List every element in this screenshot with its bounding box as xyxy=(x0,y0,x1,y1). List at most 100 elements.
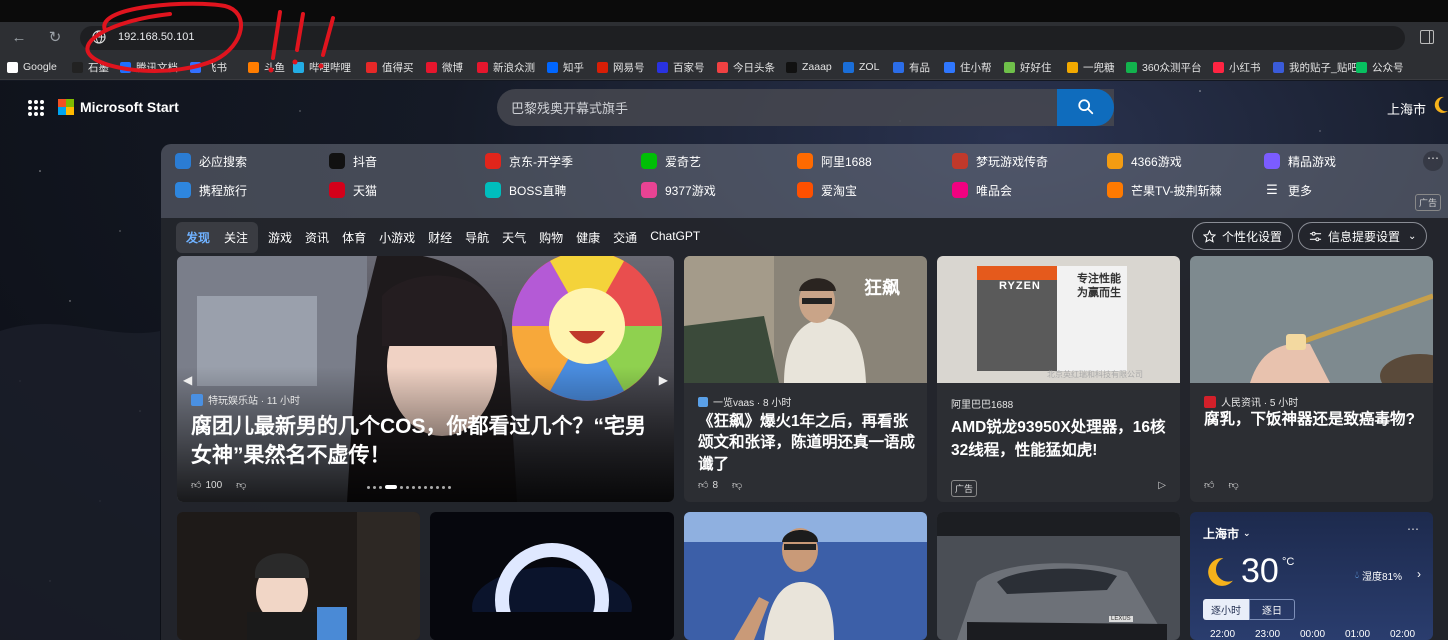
quicklink-row1-4[interactable]: 阿里1688 xyxy=(797,152,872,170)
bookmark-4[interactable]: 斗鱼 xyxy=(248,59,285,75)
more-options-icon[interactable]: ⋯ xyxy=(1423,151,1443,171)
quicklink-row1-3[interactable]: 爱奇艺 xyxy=(641,152,701,170)
quicklink-row2-1[interactable]: 天猫 xyxy=(329,181,377,199)
quicklink-row2-4[interactable]: 爱淘宝 xyxy=(797,181,857,199)
thumbs-down-icon[interactable]: 👎︎ xyxy=(236,479,246,491)
bookmark-14[interactable]: ZOL xyxy=(843,59,879,75)
weather-card[interactable]: 上海市 ⌄ ⋯ 30 °C 💧︎ 湿度81% › 逐小时 逐日 22:00 23:… xyxy=(1190,512,1433,640)
bookmark-21[interactable]: 我的贴子_贴吧 xyxy=(1273,59,1358,75)
quicklink-row2-0[interactable]: 携程旅行 xyxy=(175,181,247,199)
bookmark-18[interactable]: 一兜糖 xyxy=(1067,59,1115,75)
search-box[interactable] xyxy=(497,89,1114,126)
tab-8[interactable]: 健康 xyxy=(576,229,600,246)
news-card-furu[interactable]: 人民资讯 · 5 小时 腐乳，下饭神器还是致癌毒物? 👍︎ 👎︎ xyxy=(1190,256,1433,502)
quicklink-row2-5[interactable]: 唯品会 xyxy=(952,181,1012,199)
quicklink-row1-5[interactable]: 梦玩游戏传奇 xyxy=(952,152,1048,170)
bookmark-10[interactable]: 网易号 xyxy=(597,59,645,75)
tab-9[interactable]: 交通 xyxy=(613,229,637,246)
bookmark-8[interactable]: 新浪众测 xyxy=(477,59,535,75)
tab-5[interactable]: 导航 xyxy=(465,229,489,246)
hero-title[interactable]: 腐团儿最新男的几个COS，你都看过几个？“宅男女神”果然名不虚传！ xyxy=(191,412,661,471)
thumbs-up-icon[interactable]: 👍︎ xyxy=(1204,479,1214,491)
bookmark-3[interactable]: 飞书 xyxy=(190,59,227,75)
tab-4[interactable]: 财经 xyxy=(428,229,452,246)
personalize-button[interactable]: 个性化设置 xyxy=(1192,222,1294,250)
humidity-text: 湿度81% xyxy=(1362,572,1403,583)
feed-tabs: 发现 关注 游戏 资讯 体育 小游戏 财经 导航 天气 购物 健康 交通 ChatGPT xyxy=(176,221,713,253)
bookmark-6[interactable]: 值得买 xyxy=(366,59,414,75)
news-card-ring[interactable] xyxy=(430,512,674,640)
thumbs-up-icon[interactable]: 👍︎ xyxy=(698,479,708,491)
feed-settings-button[interactable]: 信息提要设置 ⌄ xyxy=(1298,222,1428,250)
weather-location[interactable]: 上海市 ⌄ xyxy=(1203,525,1251,542)
bookmark-2[interactable]: 腾讯文档 xyxy=(120,59,178,75)
news-card-kuangbiao[interactable]: 狂飙 一览vaas · 8 小时 《狂飙》爆火1年之后，再看张颂文和张译，陈道明… xyxy=(684,256,927,502)
tab-discover[interactable]: 发现 xyxy=(179,225,217,250)
quicklink-row1-0[interactable]: 必应搜索 xyxy=(175,152,247,170)
bookmark-19[interactable]: 360众测平台 xyxy=(1126,59,1202,75)
tab-hourly[interactable]: 逐小时 xyxy=(1203,599,1249,620)
tab-follow[interactable]: 关注 xyxy=(217,225,255,250)
bookmark-11[interactable]: 百家号 xyxy=(657,59,705,75)
quicklink-label: 爱淘宝 xyxy=(821,183,858,198)
search-input[interactable] xyxy=(511,98,1051,118)
carousel-prev-icon[interactable]: ◀ xyxy=(183,373,192,387)
bookmark-22[interactable]: 公众号 xyxy=(1356,59,1404,75)
back-icon[interactable]: ← xyxy=(10,29,28,47)
tab-0[interactable]: 游戏 xyxy=(268,229,292,246)
more-options-icon[interactable]: ⋯ xyxy=(1407,522,1419,536)
ad-choices-icon[interactable]: ▷ xyxy=(1158,480,1166,491)
bookmark-20[interactable]: 小红书 xyxy=(1213,59,1261,75)
tab-7[interactable]: 购物 xyxy=(539,229,563,246)
carousel-next-icon[interactable]: ▶ xyxy=(659,373,668,387)
zol-icon xyxy=(843,61,854,73)
carousel-dots[interactable] xyxy=(367,485,451,489)
address-bar[interactable]: 192.168.50.101 xyxy=(80,26,1405,50)
bookmark-15[interactable]: 有品 xyxy=(893,59,930,75)
bookmark-1[interactable]: 石墨 xyxy=(72,59,109,75)
hero-news-card[interactable]: ◀ ▶ 特玩娱乐站 · 11 小时 腐团儿最新男的几个COS，你都看过几个？“宅… xyxy=(177,256,674,502)
quicklink-row1-7[interactable]: 精品游戏 xyxy=(1264,152,1336,170)
tab-daily[interactable]: 逐日 xyxy=(1249,599,1295,620)
location-label[interactable]: 上海市 xyxy=(1387,99,1426,118)
thumbs-down-icon[interactable]: 👎︎ xyxy=(732,479,742,491)
sidebar-toggle-icon[interactable] xyxy=(1420,30,1434,44)
bookmark-12[interactable]: 今日头条 xyxy=(717,59,775,75)
news-card-runner[interactable] xyxy=(684,512,927,640)
bookmark-16[interactable]: 住小帮 xyxy=(944,59,992,75)
quicklink-row2-3[interactable]: 9377游戏 xyxy=(641,181,716,199)
refresh-icon[interactable]: ↻ xyxy=(46,29,64,47)
tab-2[interactable]: 体育 xyxy=(342,229,366,246)
bookmark-0[interactable]: Google xyxy=(7,59,57,75)
bookmark-5[interactable]: 哔哩哔哩 xyxy=(293,59,351,75)
tab-6[interactable]: 天气 xyxy=(502,229,526,246)
card3-title[interactable]: AMD锐龙93950X处理器，16核32线程，性能猛如虎! xyxy=(951,416,1173,463)
quicklink-row2-7[interactable]: ☰ 更多 xyxy=(1264,181,1312,199)
news-card-amd-ad[interactable]: RYZEN 专注性能为赢而生 北京英红瑞和科技有限公司 阿里巴巴1688 AMD… xyxy=(937,256,1180,502)
news-card-girl-cap[interactable] xyxy=(177,512,420,640)
news-card-lexus[interactable]: LEXUS xyxy=(937,512,1180,640)
quicklink-row2-2[interactable]: BOSS直聘 xyxy=(485,181,566,199)
bookmark-label: 知乎 xyxy=(563,61,584,74)
bookmark-13[interactable]: Zaaap xyxy=(786,59,832,75)
quicklink-row1-6[interactable]: 4366游戏 xyxy=(1107,152,1182,170)
thumbs-up-icon[interactable]: 👍︎ xyxy=(191,479,201,491)
quicklink-row2-6[interactable]: 芒果TV-披荆斩棘 xyxy=(1107,181,1222,199)
search-button[interactable] xyxy=(1057,89,1114,126)
url-text: 192.168.50.101 xyxy=(118,31,195,43)
bookmark-7[interactable]: 微博 xyxy=(426,59,463,75)
brand-title[interactable]: Microsoft Start xyxy=(80,99,179,115)
tab-10[interactable]: ChatGPT xyxy=(650,229,700,246)
bookmark-17[interactable]: 好好住 xyxy=(1004,59,1052,75)
quicklink-label: 必应搜索 xyxy=(199,154,248,169)
bookmark-9[interactable]: 知乎 xyxy=(547,59,584,75)
card2-title[interactable]: 《狂飙》爆火1年之后，再看张颂文和张译，陈道明还真一语成谶了 xyxy=(698,411,918,475)
app-launcher-icon[interactable] xyxy=(28,100,44,116)
thumbs-down-icon[interactable]: 👎︎ xyxy=(1228,479,1238,491)
tab-3[interactable]: 小游戏 xyxy=(379,229,415,246)
card4-title[interactable]: 腐乳，下饭神器还是致癌毒物? xyxy=(1204,409,1419,431)
chevron-right-icon[interactable]: › xyxy=(1417,567,1421,581)
quicklink-row1-1[interactable]: 抖音 xyxy=(329,152,377,170)
quicklink-row1-2[interactable]: 京东-开学季 xyxy=(485,152,573,170)
tab-1[interactable]: 资讯 xyxy=(305,229,329,246)
